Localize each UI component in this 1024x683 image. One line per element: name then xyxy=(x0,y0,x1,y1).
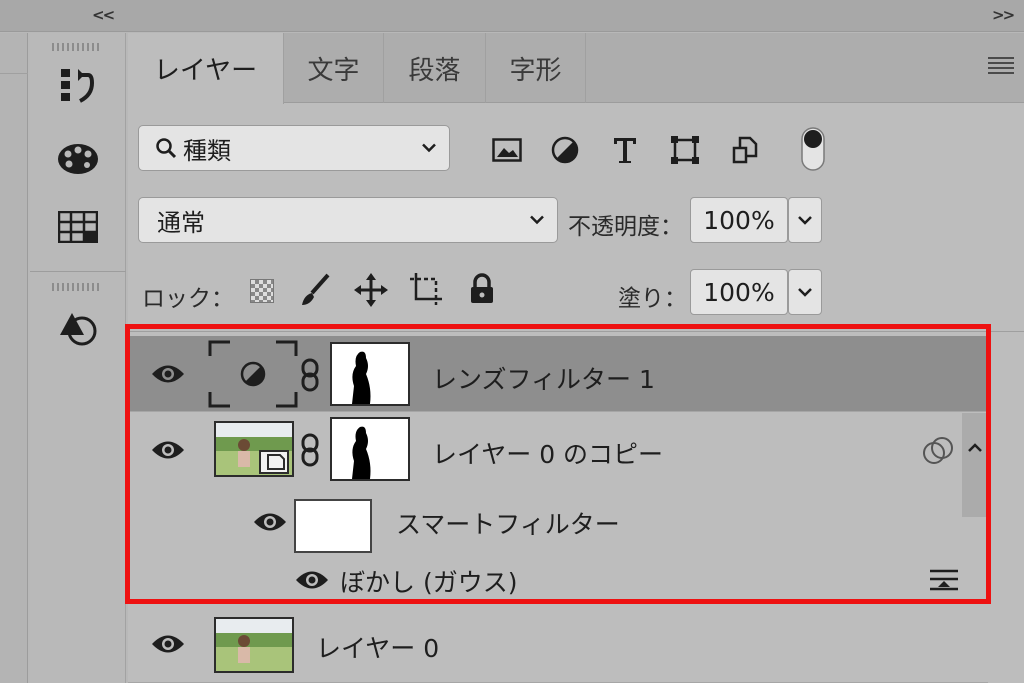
shapes-icon[interactable] xyxy=(54,305,102,353)
grip-handle[interactable] xyxy=(52,43,102,51)
adjustment-thumbnail xyxy=(208,340,298,408)
lock-image-pixels-icon[interactable] xyxy=(300,273,330,311)
lock-position-icon[interactable] xyxy=(354,273,388,311)
grip-handle[interactable] xyxy=(52,283,102,291)
expand-right-button[interactable]: >> xyxy=(992,6,1015,24)
image-filter-icon[interactable] xyxy=(490,133,524,167)
tab-glyphs[interactable]: 字形 xyxy=(486,33,586,103)
opacity-dropdown-button[interactable] xyxy=(788,197,822,243)
layers-panel: レイヤー 文字 段落 字形 種類 通常 不透明度： 100% ロック： 塗り： … xyxy=(128,33,1024,683)
collapse-left-button[interactable]: << xyxy=(92,6,115,24)
smart-object-thumbnail[interactable] xyxy=(214,421,294,477)
layer-name[interactable]: レンズフィルター 1 xyxy=(432,360,655,396)
type-filter-icon[interactable] xyxy=(608,133,642,167)
fill-input[interactable]: 100% xyxy=(690,269,788,315)
palette-icon[interactable] xyxy=(54,135,102,183)
lock-all-icon[interactable] xyxy=(468,273,496,309)
divider xyxy=(128,331,1024,332)
chevron-up-icon xyxy=(968,443,982,452)
smart-filter-indicator-icon xyxy=(922,435,954,471)
panel-dock-topbar xyxy=(0,0,1024,32)
visibility-eye-icon[interactable] xyxy=(148,631,188,657)
blend-mode-select[interactable]: 通常 xyxy=(138,197,558,243)
adjustment-filter-icon[interactable] xyxy=(548,133,582,167)
blend-mode-value: 通常 xyxy=(157,208,205,237)
layer-mask-thumbnail[interactable] xyxy=(330,342,410,406)
visibility-eye-icon[interactable] xyxy=(250,509,290,535)
divider xyxy=(30,271,126,272)
smart-object-filter-icon[interactable] xyxy=(728,133,762,167)
opacity-label: 不透明度： xyxy=(568,214,683,240)
fill-dropdown-button[interactable] xyxy=(788,269,822,315)
opacity-input[interactable]: 100% xyxy=(690,197,788,243)
tab-paragraph[interactable]: 段落 xyxy=(384,33,486,103)
layer-name[interactable]: レイヤー 0 のコピー xyxy=(432,435,663,471)
panel-menu-icon[interactable] xyxy=(988,57,1014,75)
visibility-eye-icon[interactable] xyxy=(292,567,332,593)
grid-swatch-icon[interactable] xyxy=(54,203,102,251)
link-icon[interactable] xyxy=(300,358,320,396)
layer-row-layer0-copy[interactable]: レイヤー 0 のコピー xyxy=(128,413,988,517)
visibility-eye-icon[interactable] xyxy=(148,361,188,387)
filter-kind-select[interactable]: 種類 xyxy=(138,125,450,171)
filter-effect-row[interactable]: ぼかし (ガウス) xyxy=(128,551,988,603)
chevron-down-icon xyxy=(530,215,544,225)
smart-filter-name[interactable]: スマートフィルター xyxy=(396,505,620,541)
panel-icon-column xyxy=(30,33,126,683)
layer-thumbnail[interactable] xyxy=(214,617,294,673)
chevron-down-icon xyxy=(798,216,812,225)
layer-row-layer0[interactable]: レイヤー 0 xyxy=(128,605,988,683)
filter-toggle-icon[interactable] xyxy=(796,125,830,173)
filter-blending-options-icon[interactable] xyxy=(928,569,960,595)
smart-filter-row[interactable]: スマートフィルター xyxy=(128,489,988,553)
search-icon xyxy=(156,138,177,159)
history-icon[interactable] xyxy=(54,63,102,111)
lock-label: ロック： xyxy=(142,286,234,312)
scrollbar-track[interactable] xyxy=(988,336,1024,683)
chevron-down-icon xyxy=(422,143,436,153)
fill-label: 塗り： xyxy=(618,286,687,312)
link-icon[interactable] xyxy=(300,433,320,471)
layer-name[interactable]: レイヤー 0 xyxy=(316,629,439,665)
layer-row-lens-filter[interactable]: レンズフィルター 1 xyxy=(128,336,988,412)
filter-effect-name[interactable]: ぼかし (ガウス) xyxy=(340,563,517,599)
lock-transparent-pixels-icon[interactable] xyxy=(250,279,274,303)
lock-artboard-icon[interactable] xyxy=(410,273,444,309)
shape-filter-icon[interactable] xyxy=(668,133,702,167)
tab-bar: レイヤー 文字 段落 字形 xyxy=(128,33,1024,104)
tab-character[interactable]: 文字 xyxy=(284,33,384,103)
filter-kind-label: 種類 xyxy=(183,136,231,165)
tab-layers[interactable]: レイヤー xyxy=(128,33,284,104)
chevron-down-icon xyxy=(798,288,812,297)
layer-mask-thumbnail[interactable] xyxy=(330,417,410,481)
smart-filter-mask-thumbnail[interactable] xyxy=(294,499,372,553)
visibility-eye-icon[interactable] xyxy=(148,437,188,463)
left-dock-strip xyxy=(0,33,28,683)
